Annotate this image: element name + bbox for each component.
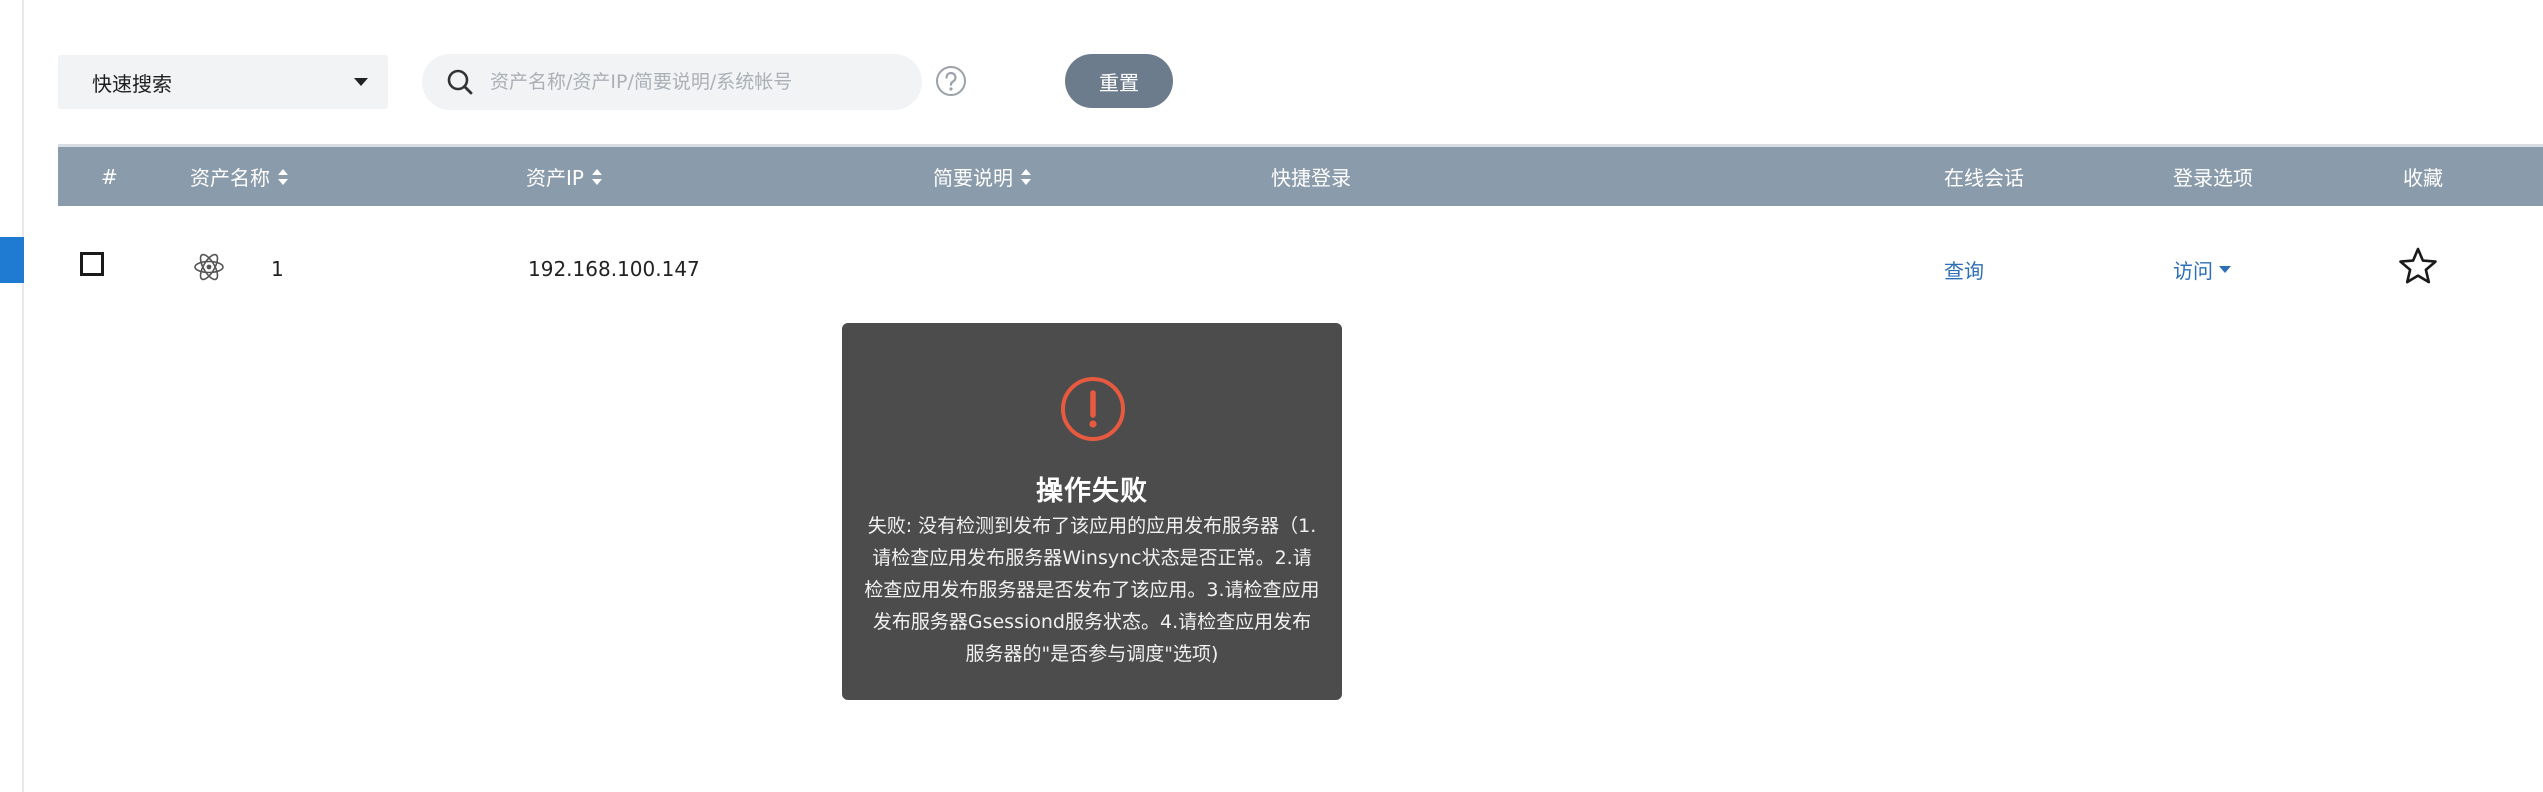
search-input[interactable] (488, 70, 892, 94)
sort-icon[interactable] (278, 168, 288, 185)
login-option-visit-dropdown[interactable]: 访问 (2173, 228, 2231, 310)
search-box[interactable] (422, 54, 922, 110)
reset-button[interactable]: 重置 (1065, 54, 1173, 108)
exclamation-circle-icon (1061, 377, 1125, 441)
caret-down-icon (2219, 265, 2231, 273)
column-header-quick-login: 快捷登录 (1271, 147, 1351, 206)
table-header: # 资产名称 资产IP 简要说明 快捷登录 在线会话 登录选项 收藏 (58, 144, 2543, 206)
toast-message: 失败: 没有检测到发布了该应用的应用发布服务器（1.请检查应用发布服务器Wins… (864, 515, 1320, 665)
row-checkbox[interactable] (80, 252, 104, 276)
star-outline-icon[interactable] (2398, 246, 2438, 286)
quick-search-select[interactable]: 快速搜索 (58, 55, 388, 109)
sort-icon[interactable] (1021, 168, 1031, 185)
error-toast: 操作失败 失败: 没有检测到发布了该应用的应用发布服务器（1.请检查应用发布服务… (842, 323, 1342, 700)
sidebar-active-indicator (0, 237, 24, 283)
atom-icon (194, 253, 224, 281)
column-login-options-label: 登录选项 (2173, 166, 2253, 190)
column-favorite-label: 收藏 (2403, 166, 2443, 190)
table-row: 1 192.168.100.147 查询 访问 (58, 228, 2543, 310)
column-header-login-options: 登录选项 (2173, 147, 2253, 206)
column-header-online-session: 在线会话 (1944, 147, 2024, 206)
online-session-query-link[interactable]: 查询 (1944, 228, 1984, 310)
sort-icon[interactable] (591, 168, 602, 185)
caret-down-icon (354, 78, 368, 86)
visit-link-label: 访问 (2173, 258, 2213, 283)
column-header-index: # (101, 147, 118, 206)
left-sidebar-edge (0, 0, 24, 792)
asset-name: 1 (271, 257, 284, 281)
column-header-desc[interactable]: 简要说明 (933, 147, 1031, 206)
column-ip-label: 资产IP (526, 166, 584, 190)
column-header-favorite: 收藏 (2403, 147, 2443, 206)
column-desc-label: 简要说明 (933, 166, 1013, 190)
column-online-session-label: 在线会话 (1944, 166, 2024, 190)
column-index-label: # (101, 164, 118, 189)
page: 快速搜索 重置 # 资产名称 资产IP 简要说明 快捷登 (0, 0, 2543, 792)
column-header-name[interactable]: 资产名称 (190, 147, 288, 206)
asset-ip: 192.168.100.147 (528, 257, 700, 281)
column-quick-login-label: 快捷登录 (1271, 166, 1351, 190)
toast-title: 操作失败 (1036, 476, 1148, 507)
quick-search-label: 快速搜索 (92, 71, 172, 96)
column-header-ip[interactable]: 资产IP (526, 147, 602, 206)
search-icon (447, 69, 473, 95)
column-name-label: 资产名称 (190, 166, 270, 190)
question-circle-icon[interactable] (935, 65, 967, 97)
